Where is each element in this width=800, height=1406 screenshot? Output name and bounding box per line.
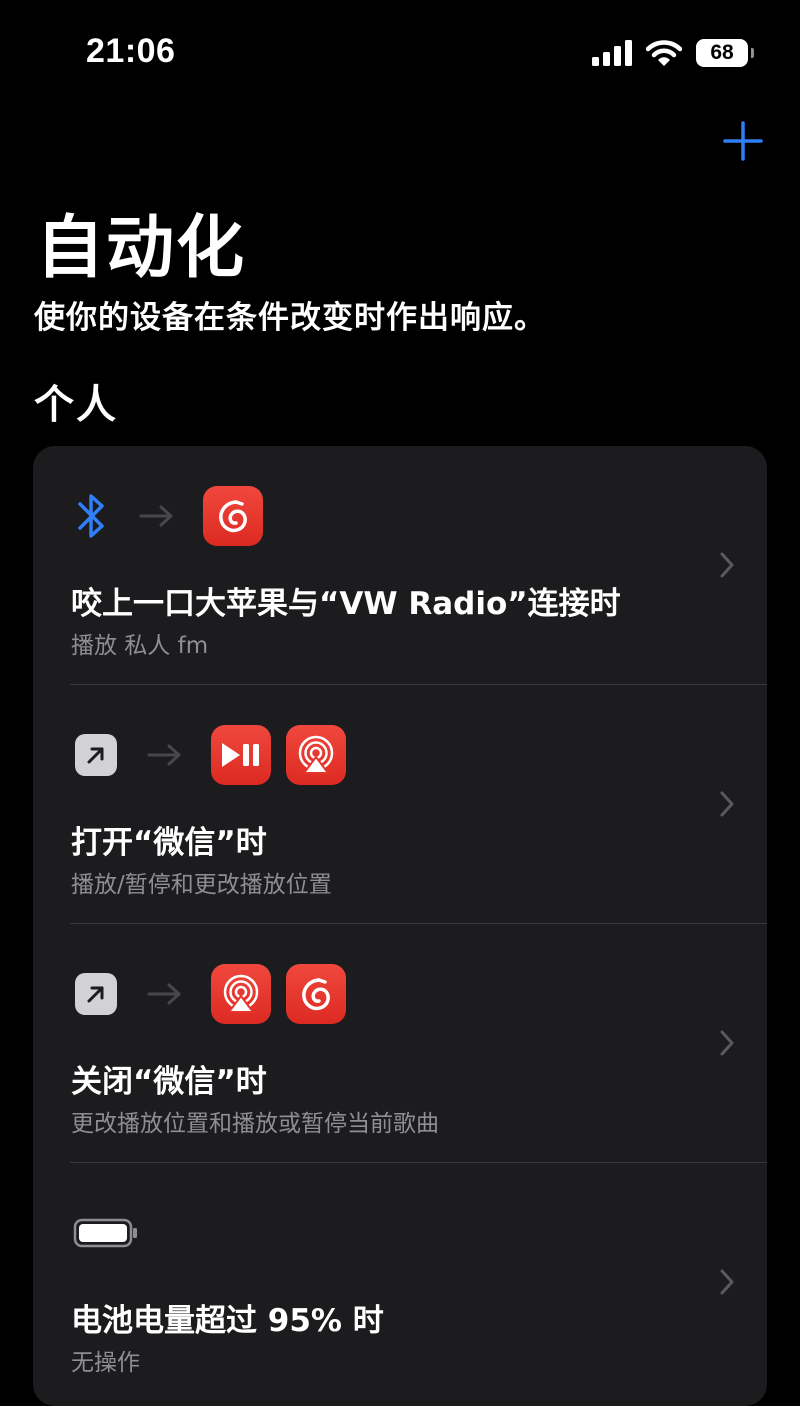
- automation-subtitle: 播放 私人 fm: [71, 633, 209, 659]
- page-subtitle: 使你的设备在条件改变时作出响应。: [34, 300, 546, 336]
- automation-icons: [71, 486, 278, 546]
- battery-icon: [73, 1218, 137, 1248]
- netease-music-icon: [203, 486, 263, 546]
- play-pause-icon: [211, 725, 271, 785]
- arrow-right-icon: [147, 983, 181, 1005]
- status-bar: 21:06 68: [0, 0, 800, 110]
- automation-icons: [71, 964, 361, 1024]
- status-time: 21:06: [86, 32, 176, 70]
- airplay-icon: [211, 964, 271, 1024]
- automation-subtitle: 无操作: [71, 1350, 140, 1376]
- netease-music-icon: [286, 964, 346, 1024]
- automation-subtitle: 播放/暂停和更改播放位置: [71, 872, 332, 898]
- status-icons: 68: [592, 38, 754, 68]
- airplay-icon: [286, 725, 346, 785]
- wifi-icon: [646, 40, 682, 66]
- page-title: 自动化: [36, 209, 247, 288]
- chevron-right-icon: [720, 1030, 734, 1056]
- battery-cap: [751, 48, 754, 58]
- open-app-icon: [75, 973, 117, 1015]
- automation-row-open-wechat[interactable]: 打开“微信”时 播放/暂停和更改播放位置: [33, 685, 767, 923]
- chevron-right-icon: [720, 1269, 734, 1295]
- bluetooth-icon: [78, 494, 104, 538]
- arrow-right-icon: [139, 505, 173, 527]
- battery-level: 68: [710, 41, 734, 64]
- automation-subtitle: 更改播放位置和播放或暂停当前歌曲: [71, 1111, 439, 1137]
- automation-title: 关闭“微信”时: [71, 1064, 267, 1100]
- automation-title: 咬上一口大苹果与“VW Radio”连接时: [71, 586, 621, 622]
- automation-icons: [71, 725, 361, 785]
- automation-icons: [71, 1203, 139, 1263]
- open-app-icon: [75, 734, 117, 776]
- automation-title: 打开“微信”时: [71, 825, 267, 861]
- chevron-right-icon: [720, 552, 734, 578]
- battery-indicator: 68: [696, 39, 754, 67]
- automation-row-close-wechat[interactable]: 关闭“微信”时 更改播放位置和播放或暂停当前歌曲: [33, 924, 767, 1162]
- automation-title: 电池电量超过 95% 时: [71, 1303, 384, 1339]
- automation-row-battery[interactable]: 电池电量超过 95% 时 无操作: [33, 1163, 767, 1401]
- plus-icon[interactable]: [722, 120, 764, 162]
- section-header: 个人: [34, 382, 118, 428]
- chevron-right-icon: [720, 791, 734, 817]
- automation-list: 咬上一口大苹果与“VW Radio”连接时 播放 私人 fm 打开“微信”时 播…: [33, 446, 767, 1406]
- automation-row-vw-radio[interactable]: 咬上一口大苹果与“VW Radio”连接时 播放 私人 fm: [33, 446, 767, 684]
- cellular-signal-icon: [592, 40, 632, 66]
- arrow-right-icon: [147, 744, 181, 766]
